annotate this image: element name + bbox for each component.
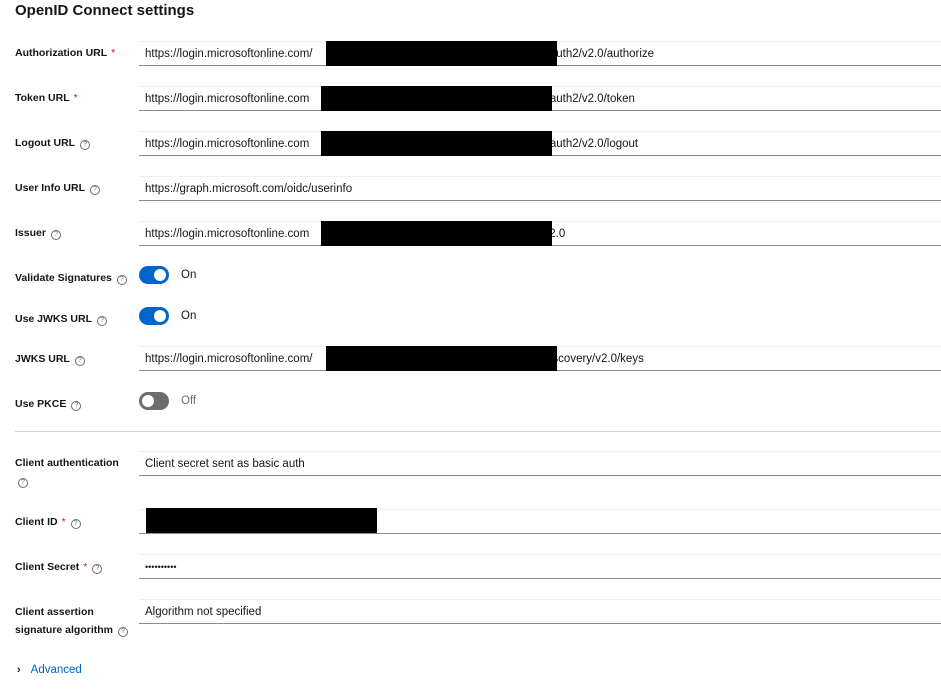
page-title: OpenID Connect settings bbox=[15, 2, 195, 19]
use-pkce-state: Off bbox=[181, 395, 197, 407]
section-divider bbox=[15, 431, 941, 432]
help-icon[interactable]: ? bbox=[70, 519, 81, 529]
required-marker: * bbox=[111, 47, 116, 59]
redacted-block bbox=[146, 508, 377, 533]
user-info-url-input[interactable]: https://graph.microsoft.com/oidc/userinf… bbox=[139, 176, 941, 201]
redacted-block bbox=[326, 41, 557, 66]
help-icon[interactable]: ? bbox=[118, 627, 129, 637]
help-icon[interactable]: ? bbox=[116, 275, 127, 285]
issuer-label: Issuer? bbox=[15, 224, 61, 242]
toggle-knob bbox=[142, 395, 154, 407]
advanced-toggle[interactable]: › Advanced bbox=[17, 661, 82, 679]
required-marker: * bbox=[61, 516, 66, 528]
client-authentication-select[interactable]: Client secret sent as basic auth bbox=[139, 451, 941, 476]
required-marker: * bbox=[83, 561, 88, 573]
client-secret-input[interactable]: •••••••••• bbox=[139, 554, 941, 579]
help-icon[interactable]: ? bbox=[18, 478, 28, 488]
toggle-knob bbox=[154, 269, 166, 281]
help-icon[interactable]: ? bbox=[80, 140, 91, 150]
use-pkce-toggle[interactable] bbox=[139, 392, 169, 410]
token-url-label: Token URL * bbox=[15, 92, 78, 104]
use-jwks-url-state: On bbox=[181, 310, 197, 322]
use-pkce-label: Use PKCE? bbox=[15, 395, 82, 413]
client-assertion-label: Client assertion signature algorithm? bbox=[15, 603, 129, 639]
advanced-label: Advanced bbox=[30, 664, 82, 676]
help-icon[interactable]: ? bbox=[90, 185, 101, 195]
use-jwks-url-label: Use JWKS URL? bbox=[15, 310, 108, 328]
client-assertion-select[interactable]: Algorithm not specified bbox=[139, 599, 941, 624]
client-secret-label: Client Secret *? bbox=[15, 558, 103, 576]
redacted-block bbox=[321, 131, 552, 156]
help-icon[interactable]: ? bbox=[71, 401, 82, 411]
chevron-right-icon: › bbox=[17, 664, 21, 676]
validate-signatures-toggle[interactable] bbox=[139, 266, 169, 284]
help-icon[interactable]: ? bbox=[50, 230, 61, 240]
help-icon[interactable]: ? bbox=[92, 564, 103, 574]
help-icon[interactable]: ? bbox=[74, 356, 85, 366]
client-authentication-label: Client authentication? bbox=[15, 457, 119, 488]
help-icon[interactable]: ? bbox=[97, 316, 108, 326]
redacted-block bbox=[321, 221, 552, 246]
user-info-url-label: User Info URL? bbox=[15, 179, 101, 197]
client-id-label: Client ID *? bbox=[15, 513, 81, 531]
use-jwks-url-toggle[interactable] bbox=[139, 307, 169, 325]
redacted-block bbox=[321, 86, 552, 111]
jwks-url-label: JWKS URL? bbox=[15, 350, 85, 368]
authorization-url-label: Authorization URL * bbox=[15, 47, 116, 59]
redacted-block bbox=[326, 346, 557, 371]
validate-signatures-state: On bbox=[181, 269, 197, 281]
validate-signatures-label: Validate Signatures? bbox=[15, 269, 127, 287]
required-marker: * bbox=[73, 92, 78, 104]
toggle-knob bbox=[154, 310, 166, 322]
logout-url-label: Logout URL? bbox=[15, 134, 91, 152]
